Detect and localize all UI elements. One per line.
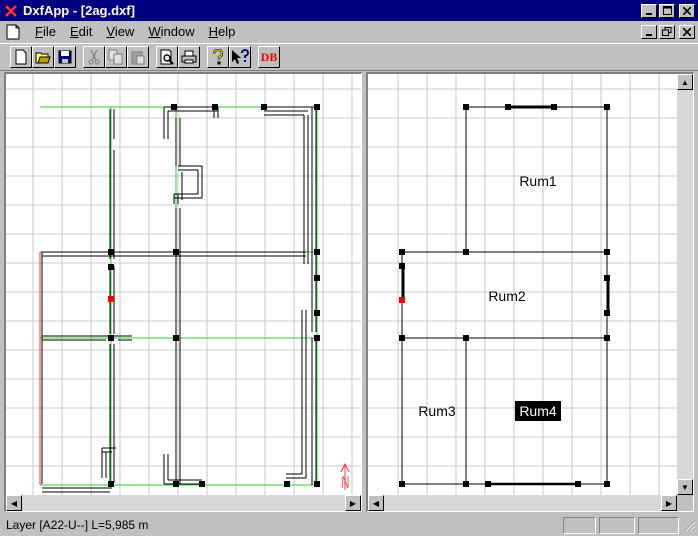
print-preview-icon [160, 49, 174, 65]
copy-icon [108, 49, 123, 65]
scroll-corner [677, 495, 693, 511]
status-panel-1 [563, 516, 596, 534]
scroll-down-button[interactable]: ▼ [677, 479, 693, 495]
scroll-left-button[interactable]: ◀ [368, 495, 384, 511]
print-preview-button[interactable] [156, 46, 178, 68]
new-file-icon [15, 49, 27, 65]
help-button[interactable] [207, 46, 229, 68]
menu-bar: File Edit View Window Help [0, 21, 698, 42]
menu-view[interactable]: View [99, 24, 141, 39]
doc-restore-button[interactable] [659, 24, 675, 39]
context-help-icon [232, 49, 249, 64]
doc-minimize-button[interactable] [641, 24, 657, 39]
selected-vertex[interactable] [108, 296, 114, 302]
menu-edit[interactable]: Edit [63, 24, 99, 39]
document-icon[interactable] [4, 24, 22, 40]
new-file-button[interactable] [10, 46, 32, 68]
left-horizontal-scrollbar[interactable]: ◀ ▶ [6, 495, 361, 511]
right-vertical-scrollbar[interactable]: ▲ ▼ [677, 74, 693, 495]
grid [368, 74, 677, 495]
north-arrow-icon [340, 462, 350, 490]
wall-segments[interactable] [41, 106, 317, 493]
menu-file[interactable]: File [28, 24, 63, 39]
context-help-button[interactable] [229, 46, 251, 68]
restore-icon [662, 27, 672, 36]
title-bar: DxfApp - [2ag.dxf] [0, 0, 698, 21]
status-text: Layer [A22-U--] L=5,985 m [6, 518, 149, 532]
maximize-button[interactable] [659, 3, 675, 18]
drawing-view-left[interactable]: ◀ ▶ [4, 72, 362, 512]
scroll-left-button[interactable]: ◀ [6, 495, 22, 511]
room-label-rum4[interactable]: Rum4 [519, 403, 557, 419]
close-icon [683, 27, 691, 36]
status-panel-3 [638, 516, 679, 534]
status-panel-2 [599, 516, 635, 534]
resize-grip-icon[interactable] [682, 518, 696, 532]
vertex-markers [108, 104, 320, 487]
room-plan[interactable]: Rum1 Rum2 Rum3 Rum4 [368, 74, 677, 495]
open-folder-icon [35, 52, 51, 64]
window-title: DxfApp - [2ag.dxf] [23, 3, 135, 18]
app-icon[interactable] [3, 3, 19, 19]
maximize-icon [662, 6, 672, 15]
drawing-view-right[interactable]: Rum1 Rum2 Rum3 Rum4 ▲ ▼ ◀ ▶ [366, 72, 694, 512]
room-label-rum1[interactable]: Rum1 [519, 173, 557, 189]
save-icon [58, 50, 72, 64]
floor-plan-walls[interactable] [6, 74, 361, 495]
close-button[interactable] [679, 3, 695, 18]
selected-vertex[interactable] [399, 297, 405, 303]
save-button[interactable] [54, 46, 76, 68]
status-bar: Layer [A22-U--] L=5,985 m [0, 514, 698, 536]
minimize-button[interactable] [641, 3, 657, 18]
help-icon [212, 49, 224, 65]
paste-button[interactable] [127, 46, 149, 68]
print-button[interactable] [178, 46, 200, 68]
minimize-icon [646, 33, 652, 36]
paste-icon [131, 51, 145, 65]
scroll-up-button[interactable]: ▲ [677, 74, 693, 90]
database-button[interactable]: DB [258, 46, 280, 68]
room-label-rum3[interactable]: Rum3 [418, 403, 456, 419]
toolbar: DB [0, 43, 698, 71]
menu-help[interactable]: Help [202, 24, 243, 39]
scroll-right-button[interactable]: ▶ [345, 495, 361, 511]
minimize-icon [646, 12, 652, 15]
copy-button[interactable] [105, 46, 127, 68]
doc-close-button[interactable] [679, 24, 695, 39]
menu-window[interactable]: Window [141, 24, 201, 39]
cut-icon [88, 49, 100, 65]
open-button[interactable] [32, 46, 54, 68]
right-horizontal-scrollbar[interactable]: ◀ ▶ [368, 495, 677, 511]
scroll-right-button[interactable]: ▶ [661, 495, 677, 511]
close-icon [683, 6, 691, 15]
room-label-rum2[interactable]: Rum2 [488, 288, 526, 304]
print-icon [181, 50, 197, 64]
cut-button[interactable] [83, 46, 105, 68]
